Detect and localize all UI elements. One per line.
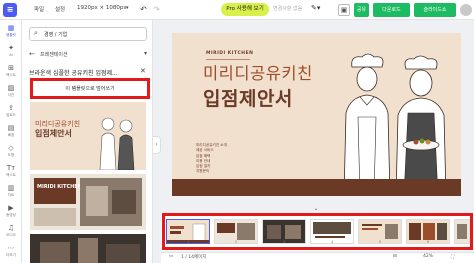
- slideshow-button[interactable]: 슬라이드쇼: [414, 3, 456, 17]
- shape-icon: ◇: [8, 144, 14, 152]
- template-thumb-3-art: [30, 234, 146, 263]
- page-status: 1 / 14페이지: [181, 255, 207, 260]
- save-icon[interactable]: ▣: [338, 4, 350, 16]
- rail-item-text[interactable]: ⊞ 텍스트: [0, 64, 22, 78]
- rail-item-photo[interactable]: ▨ 사진: [0, 84, 22, 98]
- app-logo[interactable]: ≡: [3, 3, 17, 17]
- chevron-down-icon[interactable]: ▾: [144, 50, 147, 57]
- background-icon: ▤: [7, 124, 15, 132]
- chef-illustration[interactable]: [340, 53, 456, 196]
- rail-item-video[interactable]: ▶ 동영상: [0, 204, 22, 218]
- slide-title-line1[interactable]: 미리디공유키친: [203, 60, 313, 84]
- sparkle-icon: ✦: [8, 44, 14, 52]
- bottom-status-bar: ▭ 1 / 14페이지 ⊟ 42% ⛶: [161, 252, 474, 263]
- redo-icon[interactable]: ↷: [151, 4, 162, 15]
- upload-icon: ⇪: [8, 104, 14, 112]
- autosave-status: 변경사항 없음: [273, 6, 303, 12]
- chevron-down-icon[interactable]: ▾: [126, 5, 129, 11]
- apply-template-button[interactable]: 이 템플릿으로 덮어쓰기: [30, 78, 150, 99]
- template-thumb-2-art: MIRIDI KITCHEN: [30, 174, 146, 230]
- pro-trial-button[interactable]: Pro 사용해 보기: [221, 3, 269, 16]
- template-page-thumbnail[interactable]: MIRIDI KITCHEN: [30, 174, 146, 230]
- rail-item-background[interactable]: ▤ 배경: [0, 124, 22, 138]
- rail-item-shape[interactable]: ◇ 도형: [0, 144, 22, 158]
- rail-item-template[interactable]: ▦ 템플릿: [0, 24, 22, 38]
- menu-file[interactable]: 파일: [34, 5, 44, 13]
- slide-footer-band: [172, 179, 461, 196]
- fullscreen-icon[interactable]: ⛶: [451, 254, 454, 260]
- template-panel: ⌕ 경영 / 기업 ← 프레젠테이션 ▾ 브라운색 심플한 공유키친 입점제..…: [22, 20, 153, 263]
- undo-icon[interactable]: ↶: [138, 4, 149, 15]
- share-button[interactable]: 공유: [354, 3, 369, 17]
- close-icon[interactable]: ✕: [140, 67, 146, 75]
- slide-canvas[interactable]: MIRIDI KITCHEN 미리디공유키친 입점제안서 미리디공유키친 소개 …: [172, 33, 461, 196]
- search-input[interactable]: ⌕ 경영 / 기업: [29, 27, 147, 41]
- chart-icon: ▥: [7, 184, 15, 192]
- rail-item-more[interactable]: ⋯ 더보기: [0, 244, 22, 258]
- page-list-icon[interactable]: ▭: [169, 254, 173, 259]
- video-icon: ▶: [8, 204, 14, 212]
- top-toolbar: ≡ 파일 설정 1920px × 1080px ▾ ↶ ↷ Pro 사용해 보기…: [0, 0, 474, 20]
- left-rail: ▦ 템플릿 ✦ AI ⊞ 텍스트 ▨ 사진 ⇪ 업로드 ▤ 배경 ◇ 도형 Tт…: [0, 20, 22, 263]
- grid-icon: ⊞: [8, 64, 14, 72]
- canvas-size-selector[interactable]: 1920px × 1080px: [77, 5, 127, 11]
- template-page-thumbnail[interactable]: 미리디공유키친 입점제안서: [30, 102, 146, 171]
- more-icon: ⋯: [7, 244, 15, 252]
- search-icon: ⌕: [34, 29, 38, 37]
- slide-title-line2[interactable]: 입점제안서: [203, 84, 293, 111]
- panel-collapse-handle[interactable]: ‹: [153, 136, 161, 154]
- avatar[interactable]: [460, 4, 472, 16]
- thumb2-title: MIRIDI KITCHEN: [37, 184, 82, 190]
- menu-settings[interactable]: 설정: [55, 5, 65, 13]
- arrow-left-icon[interactable]: ←: [29, 50, 35, 58]
- zoom-slider-icon[interactable]: ⊟: [393, 254, 397, 259]
- chevron-down-icon[interactable]: ⌄: [311, 206, 321, 212]
- rail-item-audio[interactable]: ♫ 오디오: [0, 224, 22, 238]
- photo-icon: ▨: [7, 84, 15, 92]
- category-back-row[interactable]: ← 프레젠테이션 ▾: [29, 49, 147, 61]
- slide-info-list[interactable]: 미리디공유키친 소개 제공 서비스 입점 혜택 이용 안내 입점 절차 지원문의: [196, 143, 227, 175]
- filmstrip-highlight: [162, 213, 473, 250]
- template-title: 브라운색 심플한 공유키친 입점제...: [29, 70, 118, 77]
- music-icon: ♫: [7, 224, 15, 232]
- template-page-thumbnail[interactable]: [30, 234, 146, 263]
- thumb1-title-b: 입점제안서: [35, 128, 72, 138]
- pen-icon[interactable]: ✎▾: [311, 4, 320, 12]
- rail-item-chart[interactable]: ▥ 차트: [0, 184, 22, 198]
- thumb1-title-a: 미리디공유키친: [35, 119, 80, 128]
- category-label: 프레젠테이션: [40, 52, 68, 58]
- rail-item-ai[interactable]: ✦ AI: [0, 44, 22, 58]
- rail-item-upload[interactable]: ⇪ 업로드: [0, 104, 22, 118]
- template-icon: ▦: [7, 24, 15, 32]
- template-thumb-1-art: 미리디공유키친 입점제안서: [30, 102, 146, 171]
- download-button[interactable]: 다운로드: [373, 3, 410, 17]
- slide-brand[interactable]: MIRIDI KITCHEN: [206, 51, 253, 56]
- zoom-level[interactable]: 42%: [423, 254, 433, 259]
- rail-item-text-tool[interactable]: Tт 텍스트: [0, 164, 22, 178]
- text-icon: Tт: [6, 164, 16, 172]
